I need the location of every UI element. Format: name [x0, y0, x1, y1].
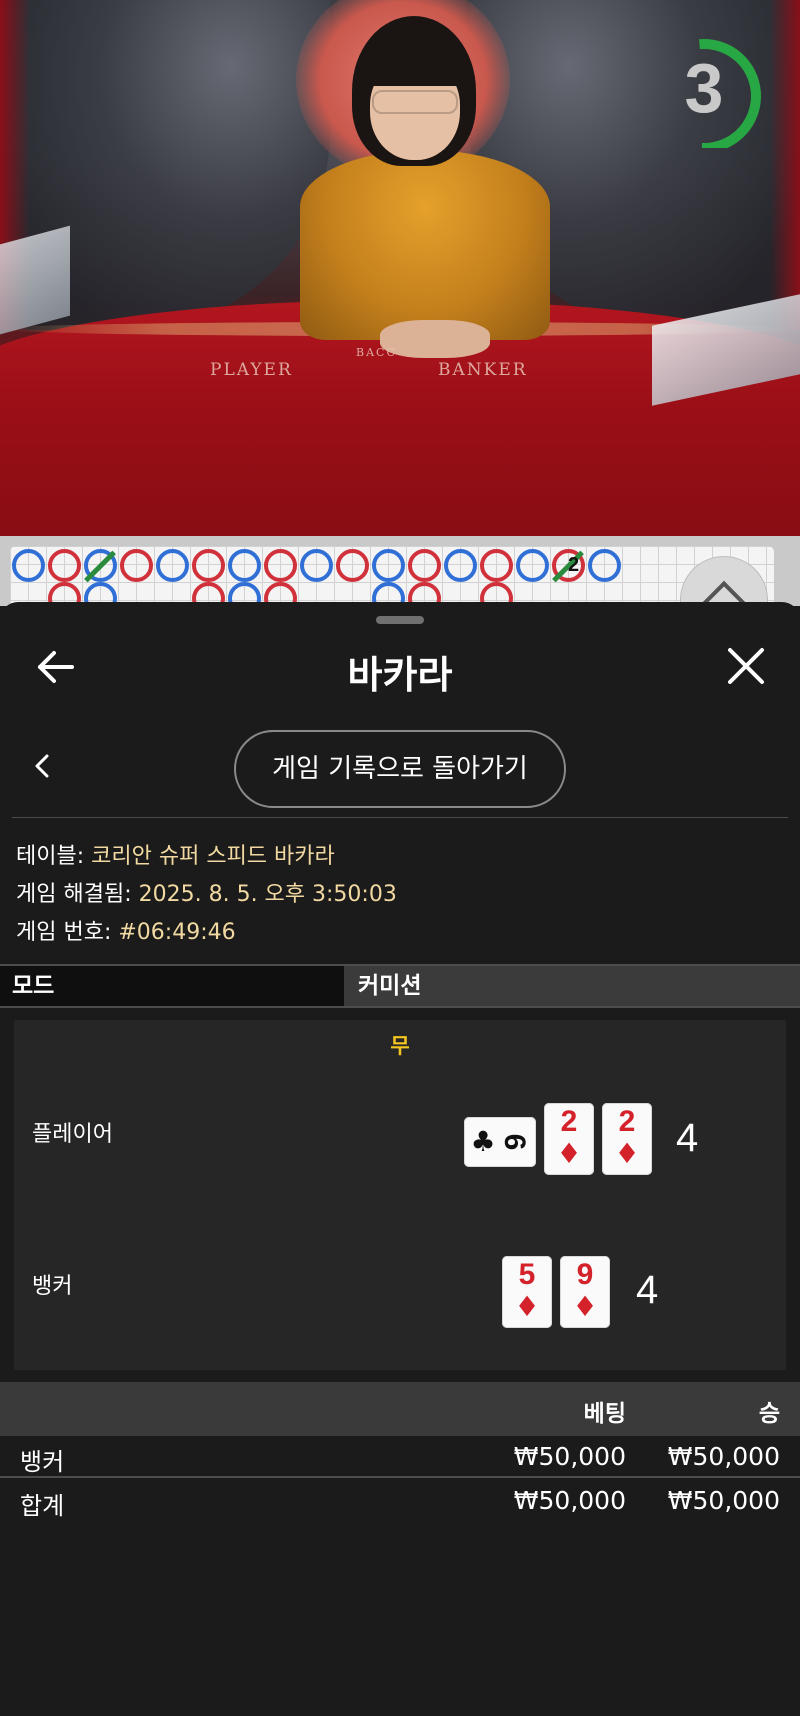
curtain-edge-right	[770, 0, 800, 330]
diamond-icon: ♦	[514, 1290, 540, 1323]
road-mark-player	[300, 549, 333, 582]
row-label: 뱅커	[20, 1448, 65, 1476]
player-score: 4	[676, 1116, 699, 1160]
club-icon: ♣	[470, 1125, 496, 1158]
info-resolved-label: 게임 해결됨:	[16, 882, 132, 907]
info-table: 테이블: 코리안 슈퍼 스피드 바카라	[16, 838, 335, 870]
dealer-glasses	[372, 90, 458, 114]
table-row: 뱅커 ₩50,000 ₩50,000	[0, 1436, 800, 1478]
row-win: ₩50,000	[667, 1442, 780, 1471]
total-row: 합계 ₩50,000 ₩50,000	[0, 1480, 800, 1522]
dealer-body	[300, 150, 550, 340]
total-bet: ₩50,000	[513, 1486, 626, 1515]
tab-commission[interactable]: 커미션	[346, 966, 800, 1006]
info-number-value: #06:49:46	[118, 920, 236, 945]
table-label-banker: BANKER	[438, 360, 528, 380]
dealer-fringe	[364, 40, 466, 86]
card-rank: 6	[498, 1133, 531, 1151]
card-rank: 2	[560, 1105, 578, 1138]
col-header-bet: 베팅	[583, 1401, 626, 1427]
road-mark-player	[372, 549, 405, 582]
col-header-win: 승	[758, 1401, 780, 1427]
outcome-label: 무	[390, 1034, 410, 1058]
banker-score: 4	[636, 1268, 659, 1312]
road-mark-banker	[480, 549, 513, 582]
back-to-history-button[interactable]: 게임 기록으로 돌아가기	[234, 730, 566, 808]
table-label-player: PLAYER	[210, 360, 293, 380]
player-card-1: ♣ 6	[464, 1117, 536, 1167]
page-title: 바카라	[347, 653, 453, 697]
card-rank: 9	[576, 1258, 594, 1291]
banker-label: 뱅커	[32, 1274, 73, 1299]
info-resolved-value: 2025. 8. 5. 오후 3:50:03	[138, 882, 397, 907]
card-rank: 2	[618, 1105, 636, 1138]
diamond-icon: ♦	[572, 1290, 598, 1323]
road-mark-player	[588, 549, 621, 582]
tie-count: 2	[568, 554, 580, 576]
card-rank: 5	[518, 1258, 536, 1291]
road-mark-player	[156, 549, 189, 582]
total-label: 합계	[20, 1492, 65, 1520]
table-label-small: BACC	[356, 346, 397, 359]
total-win: ₩50,000	[667, 1486, 780, 1515]
diamond-icon: ♦	[556, 1137, 582, 1170]
road-mark-banker	[120, 549, 153, 582]
tab-mode[interactable]: 모드	[0, 966, 344, 1006]
info-table-value: 코리안 슈퍼 스피드 바카라	[91, 844, 335, 869]
settings-tabs: 모드 커미션	[0, 964, 800, 1008]
info-resolved: 게임 해결됨: 2025. 8. 5. 오후 3:50:03	[16, 876, 397, 908]
diamond-icon: ♦	[614, 1137, 640, 1170]
road-mark-player	[444, 549, 477, 582]
road-mark-banker	[48, 549, 81, 582]
road-mark-player	[516, 549, 549, 582]
result-panel: 무 플레이어 ♣ 6 2 ♦ 2 ♦ 4 뱅커 5 ♦ 9 ♦ 4	[14, 1020, 786, 1370]
road-mark-banker	[192, 549, 225, 582]
chevron-left-icon[interactable]	[32, 754, 52, 778]
info-game-number: 게임 번호: #06:49:46	[16, 914, 236, 946]
road-mark-player	[12, 549, 45, 582]
row-bet: ₩50,000	[513, 1442, 626, 1471]
sheet-drag-handle[interactable]	[376, 616, 424, 624]
road-mark-player	[228, 549, 261, 582]
player-label: 플레이어	[32, 1122, 113, 1147]
info-number-label: 게임 번호:	[16, 920, 112, 945]
player-card-2: 2 ♦	[544, 1103, 594, 1175]
close-icon[interactable]	[724, 644, 768, 688]
banker-card-1: 5 ♦	[502, 1256, 552, 1328]
game-history-sheet: 바카라 게임 기록으로 돌아가기 테이블: 코리안 슈퍼 스피드 바카라 게임 …	[0, 602, 800, 1716]
info-table-label: 테이블:	[16, 844, 85, 869]
road-mark-banker	[336, 549, 369, 582]
banker-card-2: 9 ♦	[560, 1256, 610, 1328]
player-card-3: 2 ♦	[602, 1103, 652, 1175]
road-mark-banker	[264, 549, 297, 582]
road-mark-banker	[408, 549, 441, 582]
countdown-timer: 3	[684, 49, 724, 127]
divider	[12, 817, 788, 818]
bets-table-header: 베팅 승	[0, 1382, 800, 1436]
live-video-feed: PLAYER BACC BANKER 3	[0, 0, 800, 536]
card-shoe-left	[0, 225, 70, 335]
